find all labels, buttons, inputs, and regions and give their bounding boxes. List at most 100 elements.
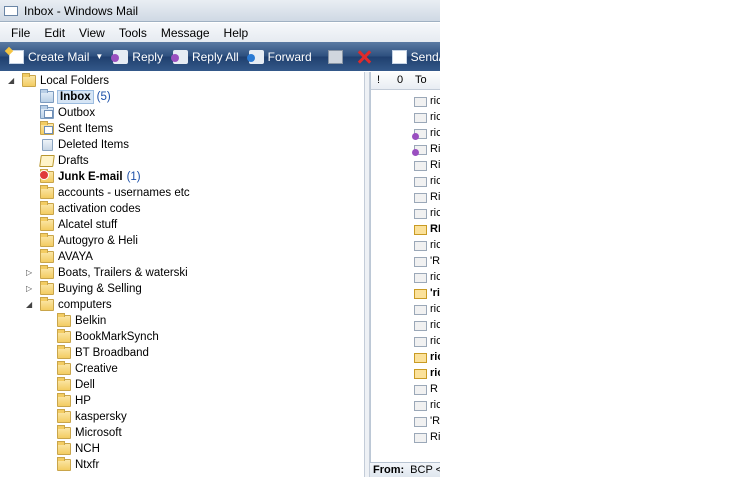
to-column-header[interactable]: To [415,74,427,86]
read-envelope-icon [414,273,427,283]
folder-hp[interactable]: HP [57,393,91,409]
folder-bookmarksynch[interactable]: BookMarkSynch [57,329,159,345]
message-row[interactable]: ric [371,174,440,190]
message-row[interactable]: ric [371,350,440,366]
reply-button[interactable]: Reply [108,46,168,68]
menu-file[interactable]: File [4,26,37,40]
chevron-down-icon[interactable]: ▼ [95,52,103,61]
folder-icon [40,185,54,199]
read-envelope-icon [414,401,427,411]
message-row[interactable]: ric [371,318,440,334]
forward-button[interactable]: Forward [244,46,317,68]
read-envelope-icon [414,209,427,219]
menu-view[interactable]: View [72,26,112,40]
folder-ntxfr[interactable]: Ntxfr [57,457,99,473]
message-row[interactable]: ric [371,238,440,254]
folder-avaya[interactable]: AVAYA [40,249,93,265]
folder-kaspersky[interactable]: kaspersky [57,409,127,425]
message-row[interactable]: RI [371,222,440,238]
message-row[interactable]: ric [371,302,440,318]
message-row[interactable]: ric [371,206,440,222]
message-row[interactable]: 'Ri [371,414,440,430]
folder-bt-broadband[interactable]: BT Broadband [57,345,149,361]
read-envelope-icon [414,161,427,171]
message-row[interactable]: R ( [371,382,440,398]
reply-all-icon [170,49,188,64]
attachment-column-header[interactable]: 0 [397,74,403,86]
replied-envelope-icon [412,145,427,156]
folder-accounts[interactable]: accounts - usernames etc [40,185,190,201]
folder-outbox[interactable]: Outbox [40,105,95,121]
blank-area [440,0,750,477]
expand-arrow-icon[interactable]: ▷ [26,269,34,277]
read-envelope-icon [414,113,427,123]
message-row[interactable]: ric [371,334,440,350]
folder-belkin[interactable]: Belkin [57,313,106,329]
folder-microsoft[interactable]: Microsoft [57,425,122,441]
menu-bar: File Edit View Tools Message Help [0,23,440,42]
folder-icon [57,377,71,391]
delete-icon [357,50,372,64]
folder-icon [40,217,54,231]
message-list-header: ! 0 To [371,72,440,90]
folder-drafts[interactable]: Drafts [39,153,89,169]
message-row[interactable]: ric [371,366,440,382]
create-mail-button[interactable]: Create Mail ▼ [4,46,108,68]
folder-icon [40,297,54,311]
message-row[interactable]: Ri [371,190,440,206]
folder-autogyro-heli[interactable]: Autogyro & Heli [40,233,138,249]
priority-column-header[interactable]: ! [377,74,380,86]
folder-alcatel-stuff[interactable]: Alcatel stuff [40,217,117,233]
reply-all-button[interactable]: Reply All [168,46,244,68]
folder-buying-selling[interactable]: ▷ Buying & Selling [26,281,142,297]
folder-deleted-items[interactable]: Deleted Items [40,137,129,153]
preview-header: From: BCP <( [370,462,440,477]
folder-icon [40,233,54,247]
folder-activation-codes[interactable]: activation codes [40,201,140,217]
folder-icon [57,329,71,343]
collapse-arrow-icon[interactable]: ◢ [26,301,34,309]
folder-local-folders[interactable]: ◢ Local Folders [8,73,109,89]
message-row[interactable]: Ri [371,158,440,174]
read-envelope-icon [414,257,427,267]
message-row[interactable]: 'Ri [371,254,440,270]
folder-boats[interactable]: ▷ Boats, Trailers & waterski [26,265,188,281]
menu-tools[interactable]: Tools [112,26,154,40]
message-row[interactable]: ric [371,94,440,110]
reply-all-label: Reply All [191,49,239,64]
read-envelope-icon [414,177,427,187]
outbox-icon [40,105,54,119]
toolbar: Create Mail ▼ Reply Reply All Forward Se… [0,42,440,71]
folder-icon [57,441,71,455]
forward-icon [246,49,264,64]
message-row[interactable]: ric [371,270,440,286]
title-bar: Inbox - Windows Mail [0,0,440,22]
message-row[interactable]: 'ri [371,286,440,302]
folder-sent-items[interactable]: Sent Items [40,121,113,137]
menu-edit[interactable]: Edit [37,26,72,40]
message-row[interactable]: ric [371,110,440,126]
message-row[interactable]: Ri [371,142,440,158]
folder-nch[interactable]: NCH [57,441,100,457]
print-button[interactable] [323,46,352,68]
folder-junk-email[interactable]: Junk E-mail (1) [39,169,141,185]
message-row[interactable]: ric [371,398,440,414]
folder-inbox[interactable]: Inbox (5) [40,89,111,105]
collapse-arrow-icon[interactable]: ◢ [8,77,16,85]
menu-help[interactable]: Help [217,26,256,40]
folder-dell[interactable]: Dell [57,377,95,393]
send-receive-label: Send/Receiv [410,49,440,64]
expand-arrow-icon[interactable]: ▷ [26,285,34,293]
folder-creative[interactable]: Creative [57,361,118,377]
menu-message[interactable]: Message [154,26,217,40]
trash-icon [42,139,53,151]
delete-button[interactable] [352,46,381,68]
window-title: Inbox - Windows Mail [24,3,139,18]
folder-icon [57,425,71,439]
message-row[interactable]: Ri [371,430,440,446]
message-row[interactable]: ric [371,126,440,142]
drafts-icon [39,155,55,167]
folder-computers[interactable]: ◢ computers [26,297,112,313]
unread-envelope-icon [414,225,427,235]
send-receive-button[interactable]: Send/Receiv [387,46,440,68]
